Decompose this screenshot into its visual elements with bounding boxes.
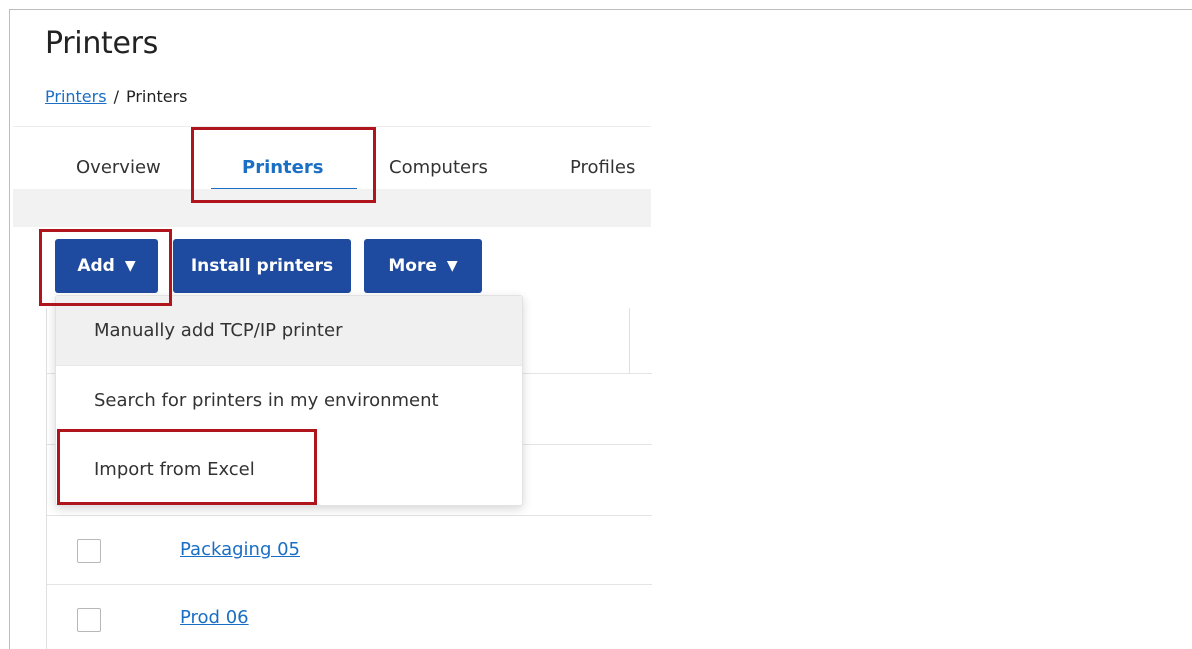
- row-checkbox[interactable]: [77, 539, 101, 563]
- more-button[interactable]: More ▼: [364, 239, 482, 293]
- table-row[interactable]: Prod 06: [47, 585, 652, 649]
- printer-link[interactable]: Prod 06: [180, 607, 249, 628]
- column-divider: [629, 308, 630, 373]
- menu-item-search-printers[interactable]: Search for printers in my environment: [56, 366, 522, 435]
- app-frame: Printers Printers / Printers Overview Prin…: [9, 9, 1192, 649]
- add-button-label: Add: [77, 256, 115, 276]
- tab-profiles[interactable]: Profiles: [570, 157, 635, 178]
- breadcrumb-separator: /: [113, 87, 119, 106]
- row-checkbox[interactable]: [77, 608, 101, 632]
- install-printers-button[interactable]: Install printers: [173, 239, 351, 293]
- tab-overview[interactable]: Overview: [76, 157, 161, 178]
- page-title: Printers: [45, 26, 159, 61]
- more-button-label: More: [388, 256, 437, 276]
- install-printers-label: Install printers: [190, 256, 334, 276]
- chevron-down-icon: ▼: [446, 258, 458, 274]
- table-row[interactable]: Packaging 05: [47, 516, 652, 584]
- breadcrumb-link-printers[interactable]: Printers: [45, 87, 107, 106]
- tab-bar: Overview Printers Computers Profiles: [13, 126, 651, 190]
- breadcrumb-current: Printers: [125, 87, 188, 106]
- tab-printers[interactable]: Printers: [242, 157, 323, 178]
- tab-computers[interactable]: Computers: [389, 157, 488, 178]
- add-dropdown-menu: Manually add TCP/IP printer Search for p…: [55, 295, 523, 506]
- menu-item-manual-tcp-ip[interactable]: Manually add TCP/IP printer: [56, 296, 522, 365]
- content-band: [13, 189, 651, 228]
- chevron-down-icon: ▼: [124, 258, 136, 274]
- breadcrumb: Printers / Printers: [45, 87, 188, 106]
- printer-link[interactable]: Packaging 05: [180, 539, 300, 560]
- add-button[interactable]: Add ▼: [55, 239, 158, 293]
- menu-item-import-excel[interactable]: Import from Excel: [56, 435, 522, 504]
